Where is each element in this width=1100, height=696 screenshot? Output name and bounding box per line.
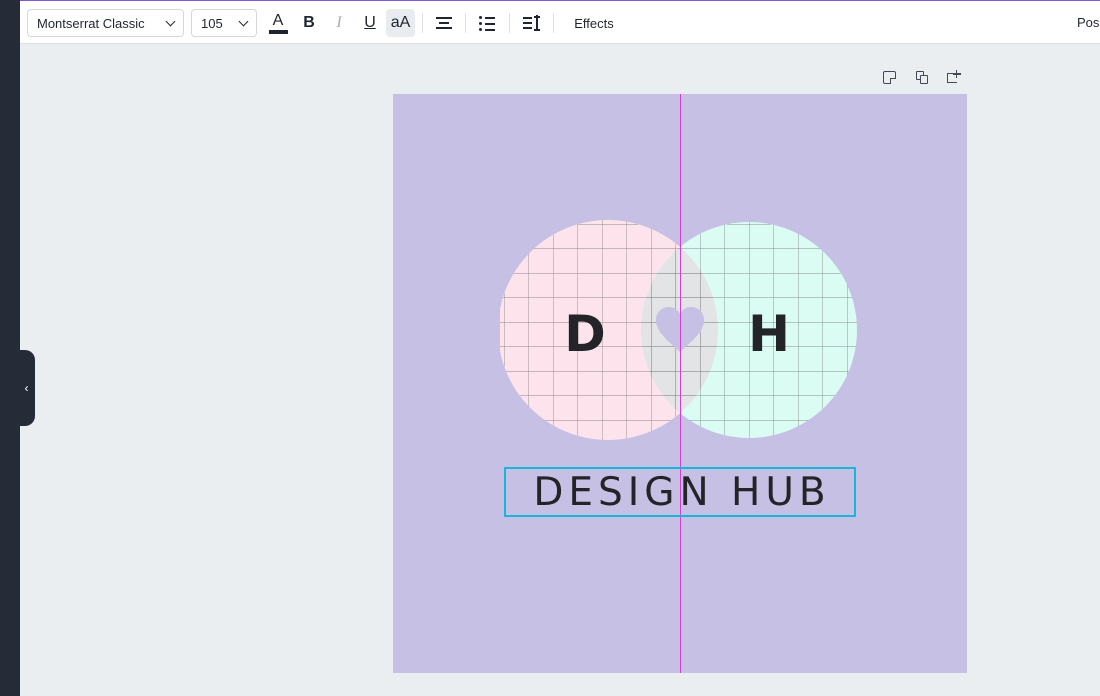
font-family-value: Montserrat Classic [37,15,145,31]
chevron-down-icon [238,16,249,26]
align-center-icon [435,15,453,31]
note-icon [882,70,896,84]
add-page-button[interactable] [945,68,963,86]
italic-button[interactable]: I [326,9,352,37]
font-family-select[interactable]: Montserrat Classic [27,9,184,37]
selected-text-frame[interactable] [504,467,856,517]
chevron-down-icon [165,16,176,26]
left-letter: D [564,305,606,363]
toolbar-divider [422,13,423,33]
font-size-select[interactable]: 105 [191,9,257,37]
position-label: Position [1077,14,1100,30]
underline-button[interactable]: U [357,9,383,37]
bulleted-list-icon [479,15,497,31]
underline-icon: U [364,14,376,31]
font-size-value: 105 [201,15,223,31]
sidebar-collapse-button[interactable]: ‹ [10,340,35,426]
position-button[interactable]: Position [1077,8,1100,36]
add-page-icon [947,70,961,84]
duplicate-icon [916,71,928,84]
right-letter: H [748,305,790,363]
list-button[interactable] [475,9,501,37]
center-guide-line [680,94,681,673]
effects-button[interactable]: Effects [564,9,624,37]
toolbar-divider [465,13,466,33]
add-note-button[interactable] [880,68,898,86]
duplicate-page-button[interactable] [913,68,931,86]
letter-case-icon: aA [390,14,411,31]
italic-icon: I [336,14,342,31]
spacing-button[interactable] [519,9,545,37]
editor-toolbar: Montserrat Classic 105 A B I U aA Effect… [20,0,1100,44]
letter-case-button[interactable]: aA [386,9,415,37]
chevron-left-icon: ‹ [24,381,29,395]
text-color-swatch [268,29,288,34]
toolbar-divider [509,13,510,33]
line-spacing-icon [523,15,541,31]
bold-button[interactable]: B [296,9,322,37]
effects-label: Effects [574,15,614,31]
alignment-button[interactable] [431,9,457,37]
text-color-icon: A [272,11,284,29]
text-color-button[interactable]: A [265,9,291,37]
toolbar-divider [553,13,554,33]
bold-icon: B [303,14,315,31]
